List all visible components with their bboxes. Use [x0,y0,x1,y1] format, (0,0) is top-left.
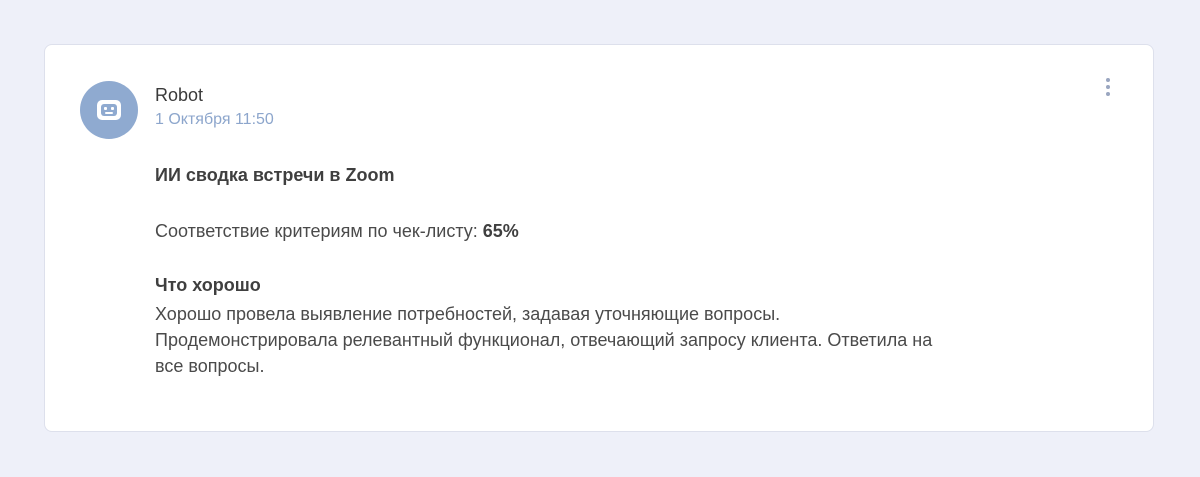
message-timestamp[interactable]: 1 Октября 11:50 [155,110,274,130]
robot-icon [97,100,121,120]
compliance-line: Соответствие критериям по чек-листу: 65% [155,218,519,244]
compliance-label: Соответствие критериям по чек-листу: [155,221,483,241]
robot-avatar[interactable] [80,81,138,139]
good-line: Продемонстрировала релевантный функциона… [155,330,933,350]
author-name[interactable]: Robot [155,84,203,106]
good-line: Хорошо провела выявление потребностей, з… [155,304,781,324]
compliance-value: 65% [482,221,519,241]
good-line: все вопросы. [155,356,265,376]
more-vertical-icon [1106,78,1110,82]
good-paragraph: Хорошо провела выявление потребностей, з… [155,301,1095,379]
message-card: Robot 1 Октября 11:50 ИИ сводка встречи … [44,44,1154,432]
good-heading: Что хорошо [155,275,261,295]
more-options-button[interactable] [1098,74,1118,100]
summary-title: ИИ сводка встречи в Zoom [155,165,395,185]
